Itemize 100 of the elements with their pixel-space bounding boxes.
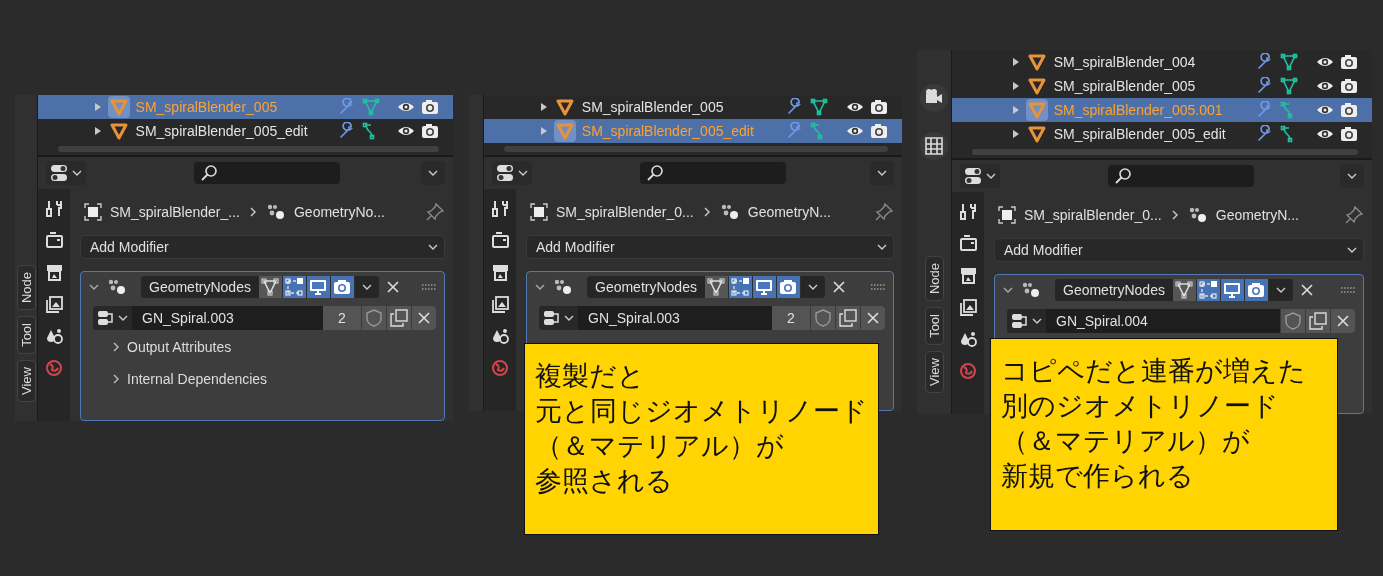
scrollbar[interactable] — [504, 146, 888, 152]
printer-icon[interactable] — [44, 263, 64, 282]
options-dropdown[interactable] — [1340, 164, 1364, 188]
tool-icon[interactable] — [490, 199, 510, 218]
printer-icon[interactable] — [958, 266, 978, 285]
caret-icon[interactable] — [361, 282, 372, 292]
expand-triangle-icon[interactable] — [1012, 57, 1020, 67]
side-tab[interactable]: View — [924, 350, 944, 393]
editor-type-button[interactable] — [492, 161, 532, 185]
render-icon[interactable] — [44, 231, 64, 250]
render-icon[interactable] — [490, 231, 510, 250]
curve-icon[interactable] — [361, 122, 376, 140]
caret-icon[interactable] — [564, 313, 574, 323]
caret-icon[interactable] — [986, 171, 996, 181]
caret-icon[interactable] — [1347, 245, 1357, 255]
add-modifier-dropdown[interactable]: Add Modifier — [994, 238, 1364, 262]
drag-handle-icon[interactable] — [1341, 287, 1355, 293]
printer-icon[interactable] — [490, 263, 510, 282]
search-field[interactable] — [640, 162, 786, 184]
expand-triangle-icon[interactable] — [94, 126, 102, 136]
outliner-row[interactable]: SM_spiralBlender_005_edit — [38, 119, 453, 143]
close-icon[interactable] — [386, 281, 399, 293]
duplicate-button[interactable] — [386, 306, 411, 330]
toggle-button[interactable] — [330, 276, 355, 298]
user-count-button[interactable]: 2 — [323, 306, 361, 330]
editor-type-button[interactable] — [960, 164, 1000, 188]
mesh-icon[interactable] — [1280, 53, 1299, 71]
caret-icon[interactable] — [1275, 285, 1286, 295]
outliner-row[interactable]: SM_spiralBlender_005_edit — [952, 122, 1372, 146]
toggle-button[interactable] — [282, 276, 307, 298]
image-stack-icon[interactable] — [490, 295, 510, 314]
editor-type-button[interactable] — [46, 161, 86, 185]
drag-handle-icon[interactable] — [422, 284, 436, 290]
toggle-button[interactable] — [1196, 279, 1221, 301]
toggle-button[interactable] — [752, 276, 777, 298]
expand-triangle-icon[interactable] — [1012, 129, 1020, 139]
mesh-icon[interactable] — [810, 98, 829, 116]
unlink-button[interactable] — [411, 306, 436, 330]
caret-icon[interactable] — [1032, 316, 1042, 326]
eye-icon[interactable] — [397, 100, 415, 114]
close-icon[interactable] — [867, 312, 879, 324]
camera-icon[interactable] — [870, 123, 888, 139]
camera-icon[interactable] — [421, 99, 439, 115]
user-count-button[interactable]: 2 — [772, 306, 810, 330]
close-icon[interactable] — [418, 312, 430, 324]
chevron-down-icon[interactable] — [535, 282, 545, 292]
mesh-icon[interactable] — [1280, 77, 1299, 95]
eye-icon[interactable] — [846, 100, 864, 114]
caret-icon[interactable] — [72, 168, 82, 178]
caret-icon[interactable] — [428, 242, 438, 252]
add-modifier-dropdown[interactable]: Add Modifier — [80, 235, 445, 259]
side-tab[interactable]: Tool — [16, 316, 36, 354]
camera-icon[interactable] — [1340, 78, 1358, 94]
outliner-row[interactable]: SM_spiralBlender_005 — [952, 74, 1372, 98]
eye-icon[interactable] — [1316, 127, 1334, 141]
eye-icon[interactable] — [1316, 103, 1334, 117]
caret-icon[interactable] — [518, 168, 528, 178]
camera-icon[interactable] — [1340, 102, 1358, 118]
pin-icon[interactable] — [425, 202, 445, 222]
unlink-button[interactable] — [860, 306, 885, 330]
fake-user-button[interactable] — [1280, 309, 1305, 333]
scrollbar[interactable] — [58, 146, 439, 152]
duplicate-button[interactable] — [1305, 309, 1330, 333]
duplicate-button[interactable] — [835, 306, 860, 330]
drop-circle-icon[interactable] — [958, 330, 978, 349]
globe-icon[interactable] — [958, 362, 978, 381]
camera-icon[interactable] — [1340, 54, 1358, 70]
options-dropdown[interactable] — [870, 161, 894, 185]
close-icon[interactable] — [832, 281, 845, 293]
expand-triangle-icon[interactable] — [540, 102, 548, 112]
curve-icon[interactable] — [1280, 125, 1295, 143]
add-modifier-dropdown[interactable]: Add Modifier — [526, 235, 894, 259]
side-tab[interactable]: Node — [924, 256, 944, 302]
caret-icon[interactable] — [877, 168, 887, 178]
fake-user-button[interactable] — [361, 306, 386, 330]
eye-icon[interactable] — [1316, 55, 1334, 69]
render-icon[interactable] — [958, 234, 978, 253]
globe-icon[interactable] — [44, 359, 64, 378]
eye-icon[interactable] — [1316, 79, 1334, 93]
side-tab[interactable]: Node — [16, 265, 36, 311]
outliner-row[interactable]: SM_spiralBlender_005 — [484, 95, 902, 119]
options-dropdown[interactable] — [421, 161, 445, 185]
toggle-button[interactable] — [1220, 279, 1245, 301]
eye-icon[interactable] — [397, 124, 415, 138]
toggle-button[interactable] — [704, 276, 729, 298]
caret-icon[interactable] — [428, 168, 438, 178]
eye-icon[interactable] — [846, 124, 864, 138]
viewport-button[interactable] — [920, 84, 948, 112]
chevron-down-icon[interactable] — [89, 282, 99, 292]
close-icon[interactable] — [1337, 315, 1349, 327]
caret-icon[interactable] — [877, 242, 887, 252]
node-group-field[interactable]: GN_Spiral.003 — [132, 306, 323, 330]
search-field[interactable] — [194, 162, 340, 184]
node-group-field[interactable]: GN_Spiral.003 — [578, 306, 772, 330]
caret-icon[interactable] — [118, 313, 128, 323]
side-tab[interactable]: View — [16, 359, 36, 402]
subpanel-header[interactable]: Output Attributes — [89, 332, 436, 362]
image-stack-icon[interactable] — [44, 295, 64, 314]
toggle-button[interactable] — [1244, 279, 1269, 301]
unlink-button[interactable] — [1330, 309, 1355, 333]
